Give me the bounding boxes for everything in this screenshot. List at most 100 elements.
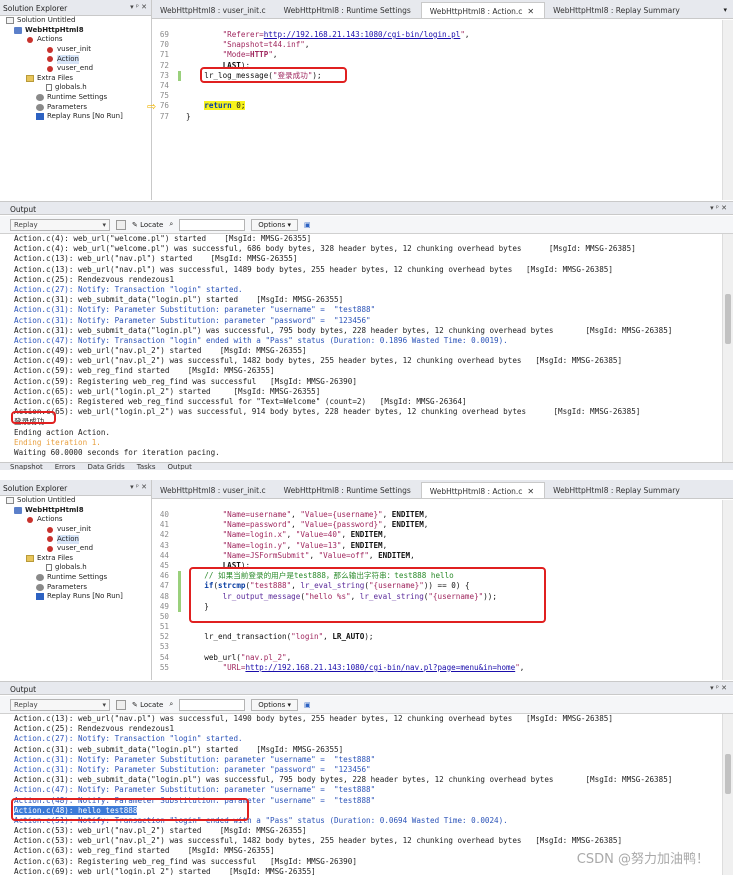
code-line[interactable]: 75 [152,91,733,101]
code-line[interactable]: 41 "Name=password", "Value={password}", … [152,520,733,530]
tab-label: WebHttpHtml8 : Action.c [429,7,523,16]
tree-item[interactable]: Runtime Settings [0,93,151,103]
chevron-down-icon[interactable]: ▾ [717,6,733,18]
close-icon[interactable]: ✕ [527,7,534,16]
locate-button[interactable]: ✎ Locate [132,701,163,709]
code-line[interactable]: 47 if(strcmp("test888", lr_eval_string("… [152,581,733,592]
gutter [172,642,186,652]
clear-icon[interactable] [116,219,126,230]
tree-item[interactable]: vuser_init [0,525,151,535]
tree-item[interactable]: Action [0,534,151,544]
pane-controls[interactable]: ▾ ᵖ ✕ [130,483,147,491]
tab-replay-summary[interactable]: WebHttpHtml8 : Replay Summary [545,482,690,498]
tree-item[interactable]: Actions [0,515,151,525]
tree-item[interactable]: Extra Files [0,554,151,564]
tree-item[interactable]: vuser_end [0,544,151,554]
change-marker [178,601,181,612]
tab-runtime-settings[interactable]: WebHttpHtml8 : Runtime Settings [276,482,421,498]
code-editor[interactable]: 69 "Referer=http://192.168.21.143:1080/c… [152,20,733,200]
code-line[interactable]: 74 [152,81,733,91]
tree-item[interactable]: globals.h [0,83,151,93]
options-button[interactable]: Options ▾ [251,218,299,231]
code-line[interactable]: 76 return 0; [152,101,733,111]
bottom-tab[interactable]: Tasks [137,463,156,470]
pane-controls[interactable]: ▾ ᵖ ✕ [710,204,727,212]
save-icon[interactable]: ▣ [304,221,311,229]
search-icon[interactable]: ⌕ [169,220,173,229]
bottom-tab[interactable]: Errors [55,463,76,470]
code-line[interactable]: 69 "Referer=http://192.168.21.143:1080/c… [152,30,733,40]
code-line[interactable]: 70 "Snapshot=t44.inf", [152,40,733,50]
tree-item[interactable]: Action [0,54,151,64]
save-icon[interactable]: ▣ [304,701,311,709]
pane-controls[interactable]: ▾ ᵖ ✕ [130,3,147,11]
code-editor[interactable]: 40 "Name=username", "Value={username}", … [152,500,733,680]
tab-action[interactable]: WebHttpHtml8 : Action.c ✕ [420,482,546,498]
tab-action[interactable]: WebHttpHtml8 : Action.c ✕ [420,2,546,18]
line-number: 40 [159,510,169,519]
code-line[interactable]: 73 lr_log_message("登录成功"); [152,70,733,81]
tab-runtime-settings[interactable]: WebHttpHtml8 : Runtime Settings [276,2,421,18]
code-line[interactable]: 77} [152,112,733,122]
tree-item[interactable]: globals.h [0,563,151,573]
output-scrollbar[interactable] [722,714,733,875]
code-line[interactable]: 72 LAST); [152,61,733,71]
editor-scrollbar[interactable] [722,20,733,200]
code-line[interactable]: 52 lr_end_transaction("login", LR_AUTO); [152,632,733,642]
bottom-tab[interactable]: Data Grids [87,463,124,470]
scrollbar-thumb[interactable] [725,754,731,794]
locate-button[interactable]: ✎ Locate [132,221,163,229]
close-icon[interactable]: ✕ [527,487,534,496]
pane-controls[interactable]: ▾ ᵖ ✕ [710,684,727,692]
tree-item[interactable]: Solution Untitled [0,496,151,506]
tab-replay-summary[interactable]: WebHttpHtml8 : Replay Summary [545,2,690,18]
options-button[interactable]: Options ▾ [251,698,299,711]
parameters-icon [36,583,44,591]
code-line[interactable]: 42 "Name=login.x", "Value=40", ENDITEM, [152,530,733,540]
tree-item[interactable]: Parameters [0,102,151,112]
tree-item[interactable]: vuser_end [0,64,151,74]
bottom-tab[interactable]: Snapshot [10,463,43,470]
tree-item[interactable]: Replay Runs [No Run] [0,592,151,602]
tree-item[interactable]: Runtime Settings [0,573,151,583]
code-line[interactable]: 51 [152,622,733,632]
tree-item[interactable]: Extra Files [0,74,151,84]
tree-item[interactable]: WebHttpHtml8 [0,26,151,36]
code-line[interactable]: 46 // 如果当前登录的用户是test888，那么输出字符串：test888 … [152,571,733,582]
gutter [172,612,186,622]
search-input[interactable] [179,698,246,711]
output-scrollbar[interactable] [722,234,733,462]
search-icon[interactable]: ⌕ [169,700,173,709]
code-line[interactable]: 43 "Name=login.y", "Value=13", ENDITEM, [152,541,733,551]
bottom-tab[interactable]: Output [168,463,192,470]
tree-item[interactable]: Solution Untitled [0,16,151,26]
clear-icon[interactable] [116,699,126,710]
output-source-select[interactable]: Replay [10,698,110,711]
code-line[interactable]: 48 lr_output_message("hello %s", lr_eval… [152,591,733,602]
tree-item[interactable]: Replay Runs [No Run] [0,112,151,122]
tab-vuser-init[interactable]: WebHttpHtml8 : vuser_init.c [152,482,276,498]
tab-vuser-init[interactable]: WebHttpHtml8 : vuser_init.c [152,2,276,18]
code-line[interactable]: 49 } [152,601,733,612]
code-line[interactable]: 40 "Name=username", "Value={username}", … [152,510,733,520]
code-text: "Mode=HTTP", [222,50,278,60]
tree-item[interactable]: vuser_init [0,45,151,55]
code-line[interactable]: 54 web_url("nav.pl_2", [152,653,733,663]
tree-item[interactable]: Actions [0,35,151,45]
editor-scrollbar[interactable] [722,500,733,680]
code-line[interactable]: 44 "Name=JSFormSubmit", "Value=off", END… [152,551,733,561]
code-line[interactable]: 55 "URL=http://192.168.21.143:1080/cgi-b… [152,663,733,673]
search-input[interactable] [179,218,246,231]
code-line[interactable]: 50 [152,612,733,622]
line-number: 55 [159,662,169,672]
code-line[interactable]: 71 "Mode=HTTP", [152,50,733,60]
code-line[interactable]: 45 LAST); [152,561,733,571]
tree-item[interactable]: Parameters [0,582,151,592]
solution-explorer-header: Solution Explorer ▾ ᵖ ✕ [0,480,151,496]
tree-item[interactable]: WebHttpHtml8 [0,506,151,516]
code-line[interactable]: 53 [152,642,733,652]
output-log[interactable]: Action.c(4): web_url("welcome.pl") start… [14,234,721,460]
scrollbar-thumb[interactable] [725,294,731,344]
output-source-select[interactable]: Replay [10,218,110,231]
log-text: Action.c(31): Notify: Parameter Substitu… [14,305,376,315]
